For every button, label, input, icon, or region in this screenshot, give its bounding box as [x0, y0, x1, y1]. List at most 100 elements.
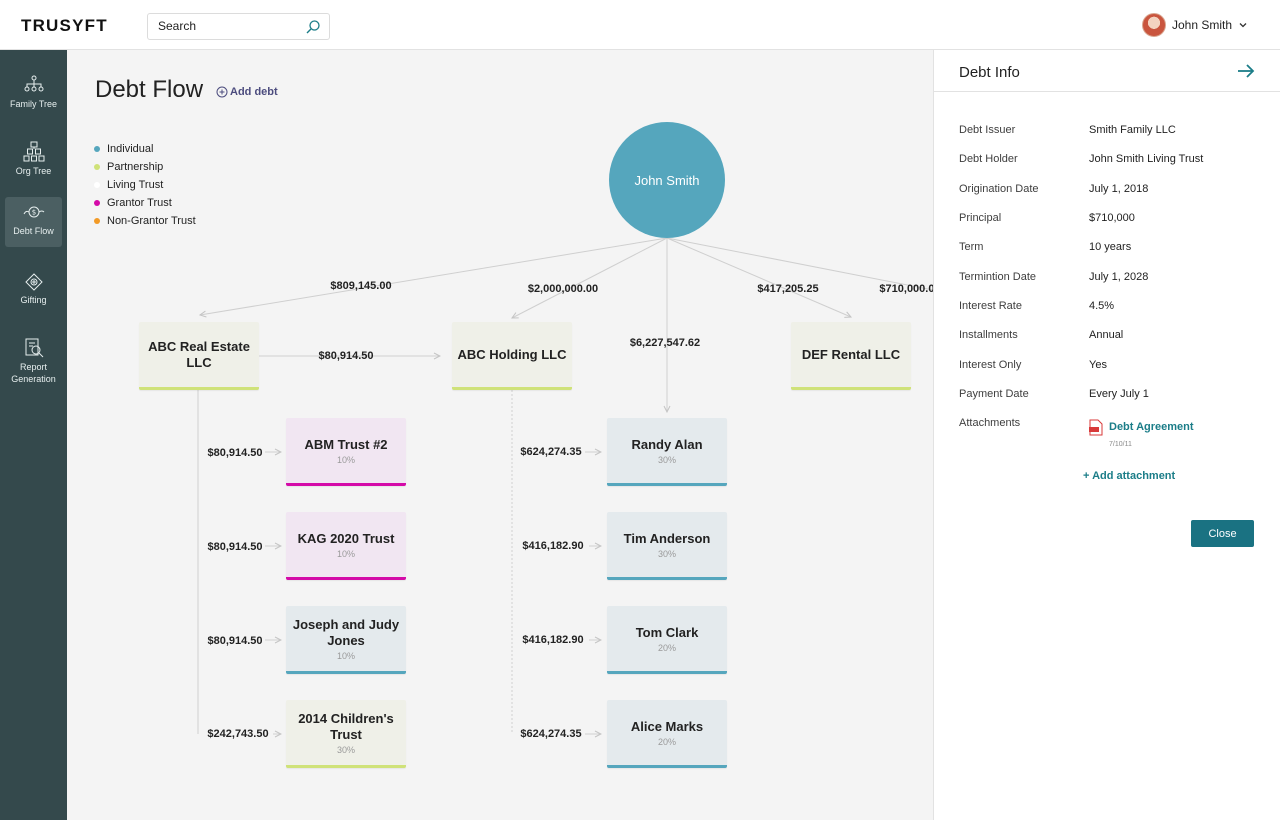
info-row-debt-holder: Debt Holder John Smith Living Trust	[959, 153, 1259, 169]
search-box[interactable]	[147, 13, 330, 40]
edge-label: $2,000,000.00	[527, 283, 599, 295]
panel-title: Debt Info	[959, 64, 1020, 81]
attachment-date: 7/10/11	[1109, 441, 1132, 448]
edge-label: $80,914.50	[318, 350, 374, 362]
sidebar-item-label: Gifting	[20, 295, 47, 305]
arrow-right-icon[interactable]	[1236, 63, 1256, 79]
node-percent: 10%	[336, 650, 355, 661]
info-value: Annual	[1089, 329, 1124, 341]
info-row-term: Term 10 years	[959, 241, 1259, 257]
edge-label: $624,274.35	[520, 446, 582, 458]
user-name: John Smith	[1172, 18, 1233, 32]
search-input[interactable]	[158, 19, 298, 33]
info-row-termination-date: Termintion Date July 1, 2028	[959, 271, 1259, 287]
sidebar-item-org-tree[interactable]: Org Tree	[5, 137, 62, 187]
info-value: 10 years	[1089, 241, 1132, 253]
attachment-name[interactable]: Debt Agreement	[1109, 421, 1194, 436]
family-tree-icon	[24, 75, 43, 92]
edge-label: $80,914.50	[207, 447, 263, 459]
info-key: Principal	[959, 212, 1002, 224]
edge-label: $80,914.50	[207, 541, 263, 553]
edge-label: $242,743.50	[207, 728, 269, 740]
node-name: Alice Marks	[630, 718, 704, 734]
info-row-origination-date: Origination Date July 1, 2018	[959, 183, 1259, 199]
info-key: Installments	[959, 329, 1018, 341]
node-name: Tim Anderson	[623, 530, 711, 546]
report-icon	[25, 338, 43, 358]
info-key: Payment Date	[959, 388, 1029, 400]
node-kag-trust[interactable]: KAG 2020 Trust 10%	[286, 512, 406, 580]
node-abc-real-estate[interactable]: ABC Real Estate LLC	[139, 322, 259, 390]
flow-edges	[197, 237, 933, 820]
node-name: ABC Holding LLC	[457, 346, 567, 362]
node-name: DEF Rental LLC	[801, 346, 901, 362]
node-alice-marks[interactable]: Alice Marks 20%	[607, 700, 727, 768]
edge-label: $710,000.00	[879, 283, 933, 295]
sidebar-item-label: Org Tree	[15, 166, 52, 176]
node-abm-trust[interactable]: ABM Trust #2 10%	[286, 418, 406, 486]
sidebar-item-debt-flow[interactable]: $ Debt Flow	[5, 197, 62, 247]
node-name: Joseph and Judy Jones	[292, 616, 400, 648]
panel-header: Debt Info	[934, 50, 1280, 92]
node-name: KAG 2020 Trust	[297, 530, 395, 546]
info-key: Debt Issuer	[959, 124, 1016, 136]
sidebar-item-label: Report Generation	[11, 362, 56, 384]
info-key: Interest Only	[959, 359, 1022, 371]
node-def-rental[interactable]: DEF Rental LLC	[791, 322, 911, 390]
edge-label: $416,182.90	[522, 540, 584, 552]
sidebar-item-gifting[interactable]: Gifting	[5, 266, 62, 316]
info-value: Every July 1	[1089, 388, 1149, 400]
edge-root-abc-holding	[512, 237, 668, 318]
info-key: Debt Holder	[959, 153, 1018, 165]
chevron-down-icon[interactable]	[1238, 20, 1248, 30]
info-row-installments: Installments Annual	[959, 329, 1259, 345]
avatar[interactable]	[1142, 13, 1166, 37]
debt-info-panel: Debt Info Debt Issuer Smith Family LLC D…	[933, 50, 1280, 820]
search-icon[interactable]	[305, 19, 321, 35]
node-percent: 20%	[657, 736, 676, 747]
edge-root-abc-real	[200, 237, 668, 315]
sidebar-item-family-tree[interactable]: Family Tree	[5, 70, 62, 120]
node-percent: 20%	[657, 642, 676, 653]
node-name: John Smith	[634, 172, 700, 188]
node-percent: 30%	[657, 454, 676, 465]
sidebar: Family Tree Org Tree $ Debt Flow Gifting	[0, 50, 67, 820]
pdf-icon	[1089, 419, 1103, 436]
edge-label: $6,227,547.62	[629, 337, 701, 349]
node-tim-anderson[interactable]: Tim Anderson 30%	[607, 512, 727, 580]
node-abc-holding[interactable]: ABC Holding LLC	[452, 322, 572, 390]
info-row-interest-rate: Interest Rate 4.5%	[959, 300, 1259, 316]
node-name: ABC Real Estate LLC	[148, 338, 250, 370]
node-name: ABM Trust #2	[304, 436, 388, 452]
node-percent: 30%	[336, 744, 355, 755]
app-logo[interactable]: TRUSYFT	[21, 16, 108, 36]
debt-flow-icon: $	[23, 206, 44, 218]
top-bar: TRUSYFT John Smith	[0, 0, 1280, 50]
sidebar-item-label: Family Tree	[9, 99, 57, 109]
info-value: Yes	[1089, 359, 1107, 371]
attachment-link[interactable]: Debt Agreement	[1089, 419, 1194, 436]
info-value: John Smith Living Trust	[1089, 153, 1204, 165]
node-randy-alan[interactable]: Randy Alan 30%	[607, 418, 727, 486]
info-value: $710,000	[1089, 212, 1135, 224]
info-row-debt-issuer: Debt Issuer Smith Family LLC	[959, 124, 1259, 140]
close-button[interactable]: Close	[1191, 520, 1254, 547]
sidebar-item-label: Debt Flow	[13, 226, 54, 236]
info-key: Origination Date	[959, 183, 1039, 195]
info-value: July 1, 2028	[1089, 271, 1149, 283]
node-percent: 30%	[657, 548, 676, 559]
root-node-john-smith[interactable]: John Smith	[609, 122, 725, 238]
edge-label: $624,274.35	[520, 728, 582, 740]
add-attachment-button[interactable]: + Add attachment	[1083, 470, 1175, 482]
edge-label: $80,914.50	[207, 635, 263, 647]
sidebar-item-report-generation[interactable]: Report Generation	[5, 333, 62, 395]
info-key: Interest Rate	[959, 300, 1022, 312]
node-percent: 10%	[336, 454, 355, 465]
info-key: Term	[959, 241, 984, 253]
node-tom-clark[interactable]: Tom Clark 20%	[607, 606, 727, 674]
info-row-principal: Principal $710,000	[959, 212, 1259, 228]
edge-root-def	[666, 237, 851, 317]
node-joseph-judy-jones[interactable]: Joseph and Judy Jones 10%	[286, 606, 406, 674]
user-menu[interactable]: John Smith	[1142, 13, 1248, 37]
node-children-trust[interactable]: 2014 Children's Trust 30%	[286, 700, 406, 768]
